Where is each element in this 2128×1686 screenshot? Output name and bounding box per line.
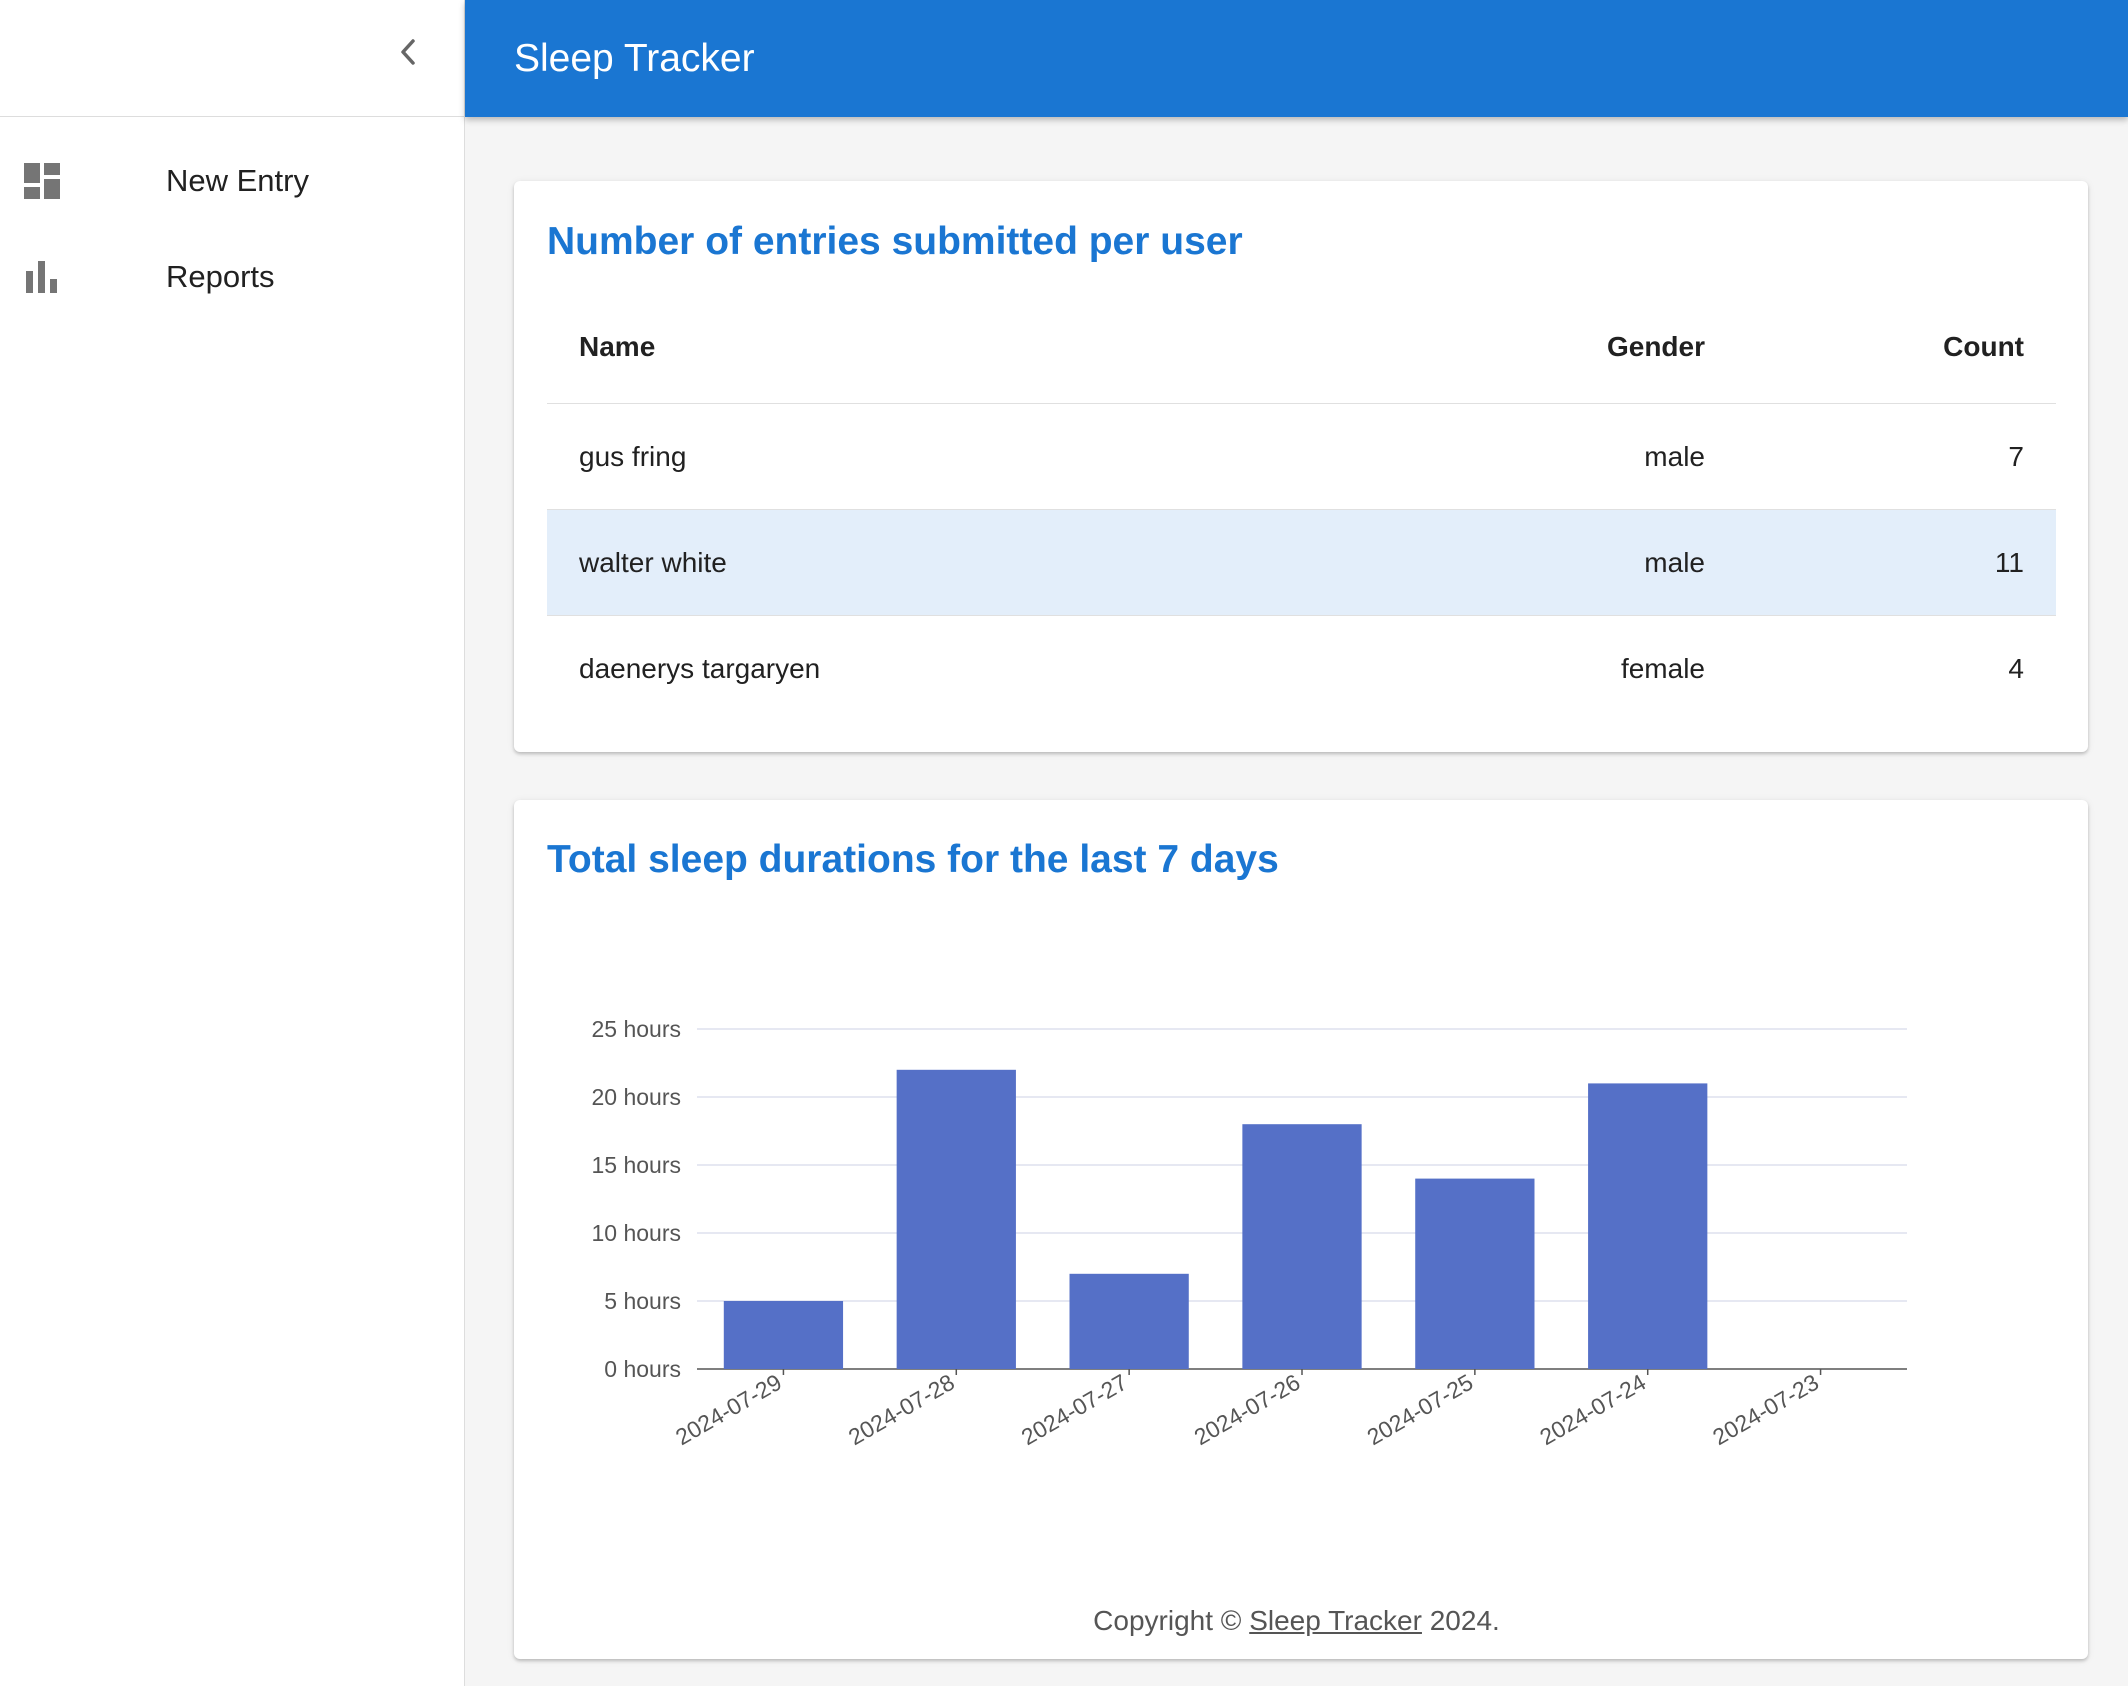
app-root: New Entry Reports Sleep Tracker Number o… bbox=[0, 0, 2128, 1686]
sleep-bar-chart: 0 hours 5 hours 10 hours 15 hours 20 hours 25… bbox=[591, 1016, 1907, 1450]
sidebar-header bbox=[0, 0, 464, 117]
cell-name: daenerys targaryen bbox=[579, 653, 821, 684]
x-tick-label: 2024-07-24 bbox=[1535, 1369, 1650, 1450]
cell-count: 4 bbox=[2008, 653, 2024, 684]
column-header-name: Name bbox=[579, 331, 656, 362]
x-tick-label: 2024-07-25 bbox=[1362, 1369, 1477, 1450]
column-header-gender: Gender bbox=[1606, 331, 1705, 362]
chart-bar bbox=[1242, 1124, 1362, 1369]
x-tick-label: 2024-07-23 bbox=[1708, 1369, 1823, 1450]
x-tick-label: 2024-07-27 bbox=[1017, 1369, 1132, 1450]
table-row[interactable]: daenerys targaryen female 4 bbox=[547, 616, 2056, 722]
table-row[interactable]: walter white male 11 bbox=[547, 510, 2056, 616]
chart-bar bbox=[1588, 1083, 1708, 1369]
y-tick-label: 5 hours bbox=[604, 1288, 681, 1314]
sidebar: New Entry Reports bbox=[0, 0, 465, 1686]
app-title: Sleep Tracker bbox=[514, 36, 755, 80]
cell-gender: male bbox=[1644, 440, 1705, 472]
y-tick-label: 10 hours bbox=[591, 1220, 681, 1246]
y-tick-label: 25 hours bbox=[591, 1016, 681, 1042]
x-tick-label: 2024-07-28 bbox=[844, 1369, 959, 1450]
app-bar: Sleep Tracker bbox=[465, 0, 2128, 117]
sidebar-item-new-entry[interactable]: New Entry bbox=[0, 133, 464, 229]
entries-table: Name Gender Count gus fring male 7 walte… bbox=[547, 291, 2056, 722]
footer-prefix: Copyright © bbox=[1093, 1605, 1250, 1636]
x-tick-label: 2024-07-26 bbox=[1190, 1369, 1305, 1450]
sidebar-item-label: New Entry bbox=[166, 163, 309, 198]
y-tick-label: 20 hours bbox=[591, 1084, 681, 1110]
chart-bar bbox=[1069, 1273, 1189, 1369]
bar-chart-icon bbox=[24, 259, 60, 295]
y-tick-label: 15 hours bbox=[591, 1152, 681, 1178]
entries-card: Number of entries submitted per user Nam… bbox=[514, 181, 2088, 752]
chevron-left-icon bbox=[401, 39, 415, 65]
cell-count: 11 bbox=[1994, 546, 2024, 578]
cell-gender: female bbox=[1620, 653, 1705, 684]
column-header-count: Count bbox=[1943, 331, 2024, 362]
cell-name: walter white bbox=[579, 546, 727, 578]
footer: Copyright © Sleep Tracker 2024. bbox=[465, 1605, 2128, 1637]
footer-link[interactable]: Sleep Tracker bbox=[1249, 1605, 1422, 1636]
sidebar-item-reports[interactable]: Reports bbox=[0, 229, 464, 325]
chart-bar bbox=[1415, 1178, 1535, 1369]
chart-bar bbox=[896, 1069, 1016, 1369]
cell-name: gus fring bbox=[579, 440, 687, 472]
table-header-row: Name Gender Count bbox=[547, 291, 2056, 404]
y-tick-label: 0 hours bbox=[604, 1356, 681, 1382]
table-row[interactable]: gus fring male 7 bbox=[547, 404, 2056, 510]
chart-bar bbox=[723, 1301, 844, 1369]
sleep-chart-card: Total sleep durations for the last 7 day… bbox=[514, 800, 2088, 1659]
cell-count: 7 bbox=[2008, 440, 2024, 472]
x-tick-label: 2024-07-29 bbox=[671, 1369, 786, 1450]
sidebar-nav: New Entry Reports bbox=[0, 117, 464, 325]
collapse-sidebar-button[interactable] bbox=[384, 28, 432, 76]
sidebar-item-label: Reports bbox=[166, 259, 275, 294]
dashboard-icon bbox=[24, 163, 60, 199]
entries-card-title: Number of entries submitted per user bbox=[547, 220, 1243, 263]
main-content: Number of entries submitted per user Nam… bbox=[465, 117, 2128, 1686]
footer-suffix: 2024. bbox=[1421, 1605, 1500, 1636]
cell-gender: male bbox=[1644, 546, 1705, 578]
